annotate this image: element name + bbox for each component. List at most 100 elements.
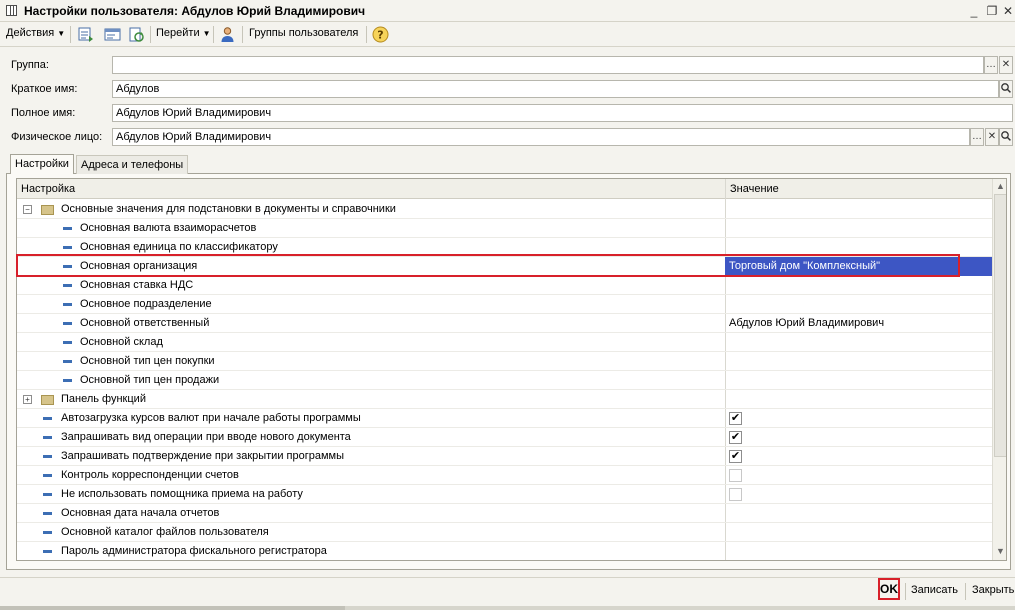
table-row[interactable]: Основной склад [17, 333, 992, 352]
toolbar-separator [242, 26, 243, 43]
table-row[interactable]: Запрашивать вид операции при вводе новог… [17, 428, 992, 447]
scroll-thumb[interactable] [994, 194, 1006, 457]
user-icon[interactable] [219, 26, 236, 43]
setting-item-icon [43, 550, 52, 553]
row-name: Основная ставка НДС [80, 279, 194, 291]
row-name: Основной тип цен покупки [80, 355, 215, 367]
row-name: Запрашивать подтверждение при закрытии п… [61, 450, 345, 462]
table-row[interactable]: Пароль администратора фискального регист… [17, 542, 992, 560]
save-close-icon[interactable] [77, 26, 94, 43]
table-row[interactable]: Основной каталог файлов пользователя [17, 523, 992, 542]
table-row[interactable]: Автозагрузка курсов валют при начале раб… [17, 409, 992, 428]
selection-highlight-frame [16, 254, 960, 277]
table-row[interactable]: Основное подразделение [17, 295, 992, 314]
restore-icon[interactable]: ❐ [984, 3, 1000, 19]
status-strip [0, 606, 1015, 610]
table-row[interactable]: Основной тип цен продажи [17, 371, 992, 390]
table-row[interactable]: Основная ставка НДС [17, 276, 992, 295]
tab-addresses-phones[interactable]: Адреса и телефоны [76, 155, 189, 174]
toolbar: Действия ▼ Перейти ▼ Группы пользователя ? [0, 22, 1015, 47]
person-search-icon[interactable] [999, 128, 1013, 146]
goto-menu-label: Перейти [156, 27, 200, 39]
table-row[interactable]: Запрашивать подтверждение при закрытии п… [17, 447, 992, 466]
table-row[interactable]: Основная валюта взаиморасчетов [17, 219, 992, 238]
row-name: Основная единица по классификатору [80, 241, 278, 253]
checkbox-checked[interactable]: ✔ [729, 431, 742, 444]
scroll-down-icon[interactable]: ▼ [993, 544, 1006, 559]
close-window-icon[interactable]: ✕ [1000, 3, 1015, 19]
table-row[interactable]: Не использовать помощника приема на рабо… [17, 485, 992, 504]
row-name: Основной каталог файлов пользователя [61, 526, 269, 538]
row-name: Основной тип цен продажи [80, 374, 220, 386]
row-name: Основные значения для подстановки в доку… [61, 203, 396, 215]
list-window-icon[interactable] [104, 26, 121, 43]
window-title: Настройки пользователя: Абдулов Юрий Вла… [24, 4, 366, 18]
setting-item-icon [63, 284, 72, 287]
status-strip-segment [0, 606, 345, 610]
actions-menu[interactable]: Действия ▼ [6, 27, 65, 39]
goto-menu[interactable]: Перейти ▼ [156, 27, 211, 39]
caret-down-icon: ▼ [202, 29, 211, 38]
user-groups-button[interactable]: Группы пользователя [249, 27, 358, 39]
folder-icon [41, 205, 54, 215]
row-name: Контроль корреспонденции счетов [61, 469, 239, 481]
tab-settings[interactable]: Настройки [10, 154, 74, 174]
table-row[interactable]: Основной тип цен покупки [17, 352, 992, 371]
column-header-setting[interactable]: Настройка [17, 179, 79, 199]
row-name: Основное подразделение [80, 298, 212, 310]
checkbox-unchecked[interactable] [729, 469, 742, 482]
table-row[interactable]: Контроль корреспонденции счетов [17, 466, 992, 485]
setting-item-icon [43, 436, 52, 439]
vertical-scrollbar[interactable]: ▲ ▼ [992, 179, 1006, 560]
setting-item-icon [63, 379, 72, 382]
setting-item-icon [43, 474, 52, 477]
row-name: Автозагрузка курсов валют при начале раб… [61, 412, 361, 424]
setting-item-icon [43, 512, 52, 515]
search-icon[interactable] [999, 80, 1013, 98]
setting-item-icon [63, 303, 72, 306]
actions-menu-label: Действия [6, 27, 55, 39]
row-name: Основной ответственный [80, 317, 210, 329]
window-form-icon [6, 5, 17, 16]
toolbar-separator [366, 26, 367, 43]
person-clear-icon[interactable]: ✕ [985, 128, 999, 146]
checkbox-checked[interactable]: ✔ [729, 412, 742, 425]
row-name: Пароль администратора фискального регист… [61, 545, 327, 557]
person-field[interactable]: Абдулов Юрий Владимирович [112, 128, 970, 146]
toolbar-separator [70, 26, 71, 43]
group-clear-icon[interactable]: ✕ [999, 56, 1013, 74]
full-name-field[interactable]: Абдулов Юрий Владимирович [112, 104, 1013, 122]
help-icon[interactable]: ? [372, 26, 389, 43]
column-header-value[interactable]: Значение [726, 179, 783, 199]
row-name: Основной склад [80, 336, 163, 348]
button-separator [905, 583, 906, 600]
row-name: Основная дата начала отчетов [61, 507, 220, 519]
help-glyph: ? [377, 29, 383, 42]
full-name-label: Полное имя: [11, 107, 76, 119]
person-label: Физическое лицо: [11, 131, 103, 143]
checkbox-unchecked[interactable] [729, 488, 742, 501]
person-select-icon[interactable]: … [970, 128, 984, 146]
close-button[interactable]: Закрыть [970, 584, 1015, 596]
table-row[interactable]: − Основные значения для подстановки в до… [17, 200, 992, 219]
setting-item-icon [63, 246, 72, 249]
short-name-field[interactable]: Абдулов [112, 80, 999, 98]
person-search-glyph [1001, 131, 1011, 141]
minimize-icon[interactable]: _ [966, 3, 982, 19]
group-select-icon[interactable]: … [984, 56, 998, 74]
toolbar-separator [213, 26, 214, 43]
checkbox-checked[interactable]: ✔ [729, 450, 742, 463]
table-row[interactable]: + Панель функций [17, 390, 992, 409]
button-separator [965, 583, 966, 600]
group-field[interactable] [112, 56, 984, 74]
refresh-icon[interactable] [128, 26, 145, 43]
save-button[interactable]: Записать [909, 584, 960, 596]
scroll-up-icon[interactable]: ▲ [993, 179, 1006, 194]
table-row[interactable]: Основная дата начала отчетов [17, 504, 992, 523]
table-row[interactable]: Основной ответственный Абдулов Юрий Влад… [17, 314, 992, 333]
collapse-icon[interactable]: − [23, 205, 32, 214]
row-name: Панель функций [61, 393, 146, 405]
row-name: Не использовать помощника приема на рабо… [61, 488, 303, 500]
expand-icon[interactable]: + [23, 395, 32, 404]
ok-button[interactable]: OK [878, 578, 900, 600]
